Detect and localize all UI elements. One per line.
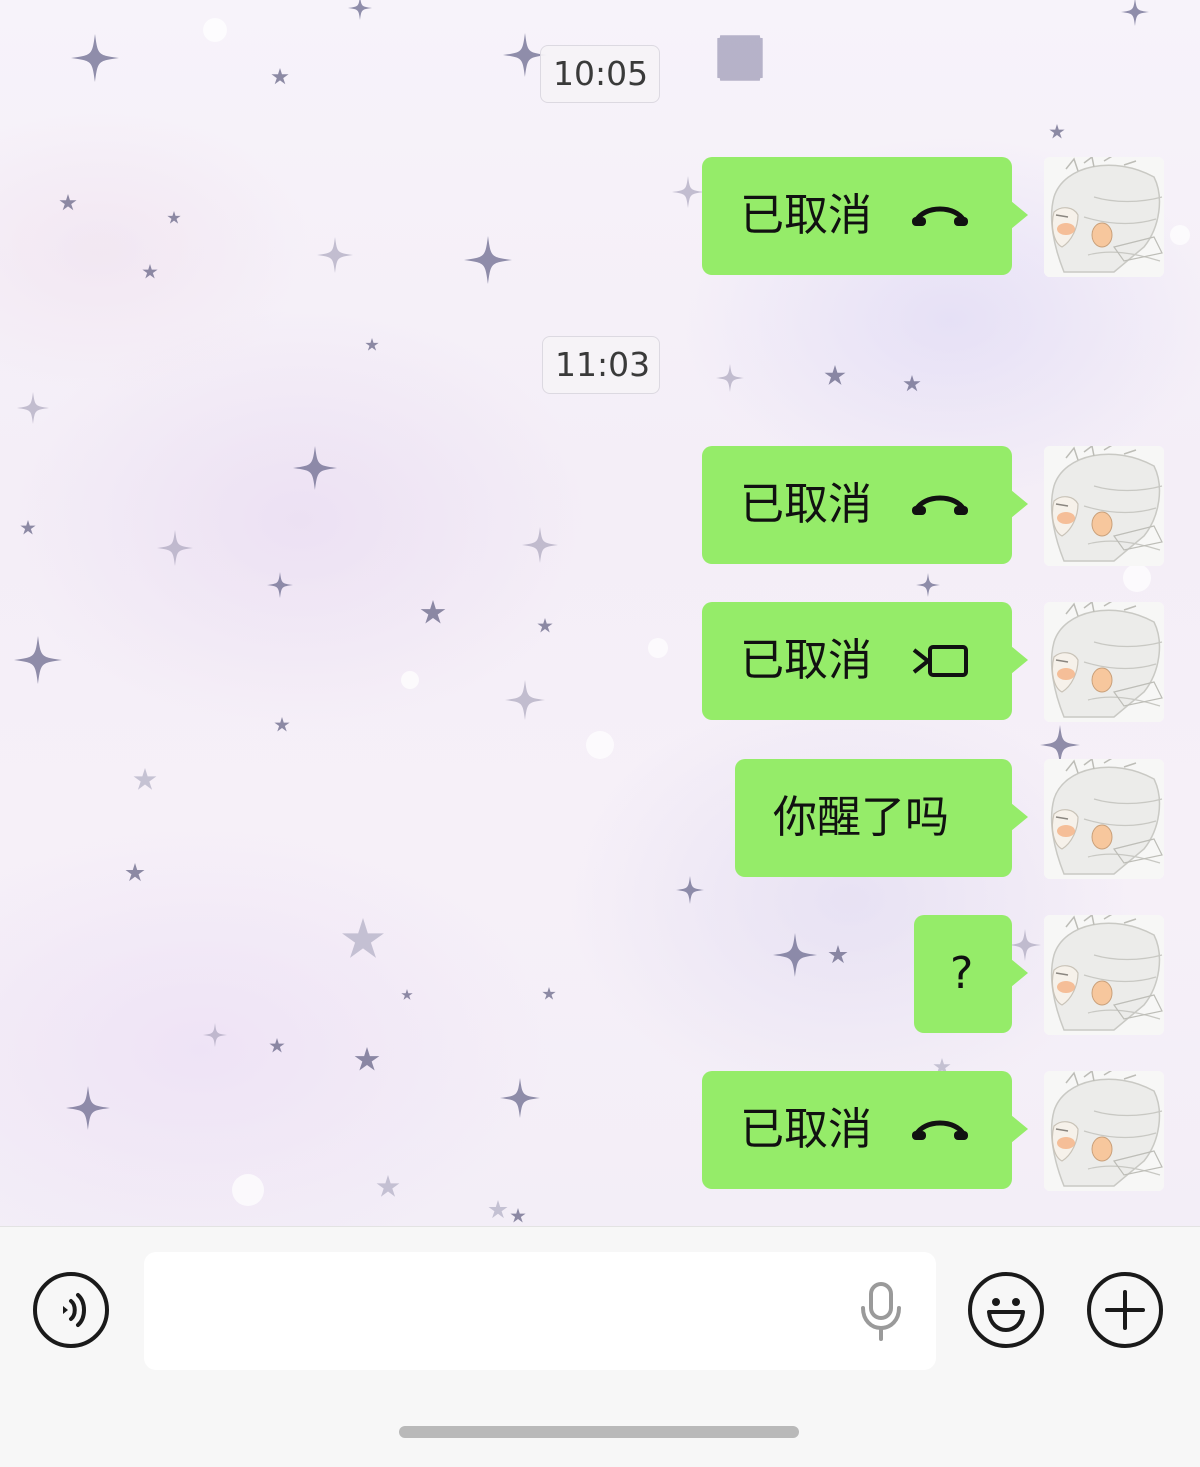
voice-mode-button[interactable]	[33, 1272, 109, 1348]
avatar-illustration	[1044, 915, 1164, 1035]
user-avatar[interactable]	[1044, 1071, 1164, 1191]
timestamp: 11:03	[542, 336, 660, 394]
message-text: ?	[950, 948, 974, 999]
chat-screen: 10:05 11:03 已取消 已取消 已取消 你醒了吗 ? 已取消	[0, 0, 1200, 1467]
message-bubble-call-cancelled[interactable]: 已取消	[702, 446, 1028, 564]
message-input[interactable]	[144, 1252, 936, 1370]
avatar-illustration	[1044, 157, 1164, 277]
message-text: 已取消	[740, 635, 872, 686]
home-indicator[interactable]	[399, 1426, 799, 1438]
user-avatar[interactable]	[1044, 602, 1164, 722]
message-bubble-text[interactable]: 你醒了吗	[735, 759, 1028, 877]
voice-call-cancelled-icon	[912, 495, 968, 515]
plus-icon	[1105, 1290, 1145, 1330]
voice-call-cancelled-icon	[912, 206, 968, 226]
message-text: 已取消	[740, 190, 872, 241]
message-text: 已取消	[740, 479, 872, 530]
chat-background-sparkles	[14, 0, 1190, 1223]
user-avatar[interactable]	[1044, 157, 1164, 277]
message-text: 已取消	[740, 1104, 872, 1155]
message-bubble-call-cancelled[interactable]: 已取消	[702, 157, 1028, 275]
user-avatar[interactable]	[1044, 446, 1164, 566]
timestamp: 10:05	[540, 45, 660, 103]
avatar-illustration	[1044, 759, 1164, 879]
message-bubble-video-call-cancelled[interactable]: 已取消	[702, 602, 1028, 720]
message-bubble-call-cancelled[interactable]: 已取消	[702, 1071, 1028, 1189]
emoji-button[interactable]	[968, 1272, 1044, 1348]
avatar-illustration	[1044, 602, 1164, 722]
avatar-illustration	[1044, 1071, 1164, 1191]
more-actions-button[interactable]	[1087, 1272, 1163, 1348]
input-bar	[0, 1226, 1200, 1467]
emoji-smile-icon	[987, 1298, 1025, 1332]
message-bubble-text[interactable]: ?	[914, 915, 1028, 1033]
user-avatar[interactable]	[1044, 915, 1164, 1035]
video-call-cancelled-icon	[912, 645, 968, 677]
chat-message-area[interactable]: 10:05 11:03 已取消 已取消 已取消 你醒了吗 ? 已取消	[0, 0, 1200, 1226]
user-avatar[interactable]	[1044, 759, 1164, 879]
message-text: 你醒了吗	[773, 792, 949, 843]
voice-mode-icon	[63, 1293, 86, 1327]
voice-call-cancelled-icon	[912, 1120, 968, 1140]
microphone-icon[interactable]	[858, 1282, 904, 1342]
avatar-illustration	[1044, 446, 1164, 566]
